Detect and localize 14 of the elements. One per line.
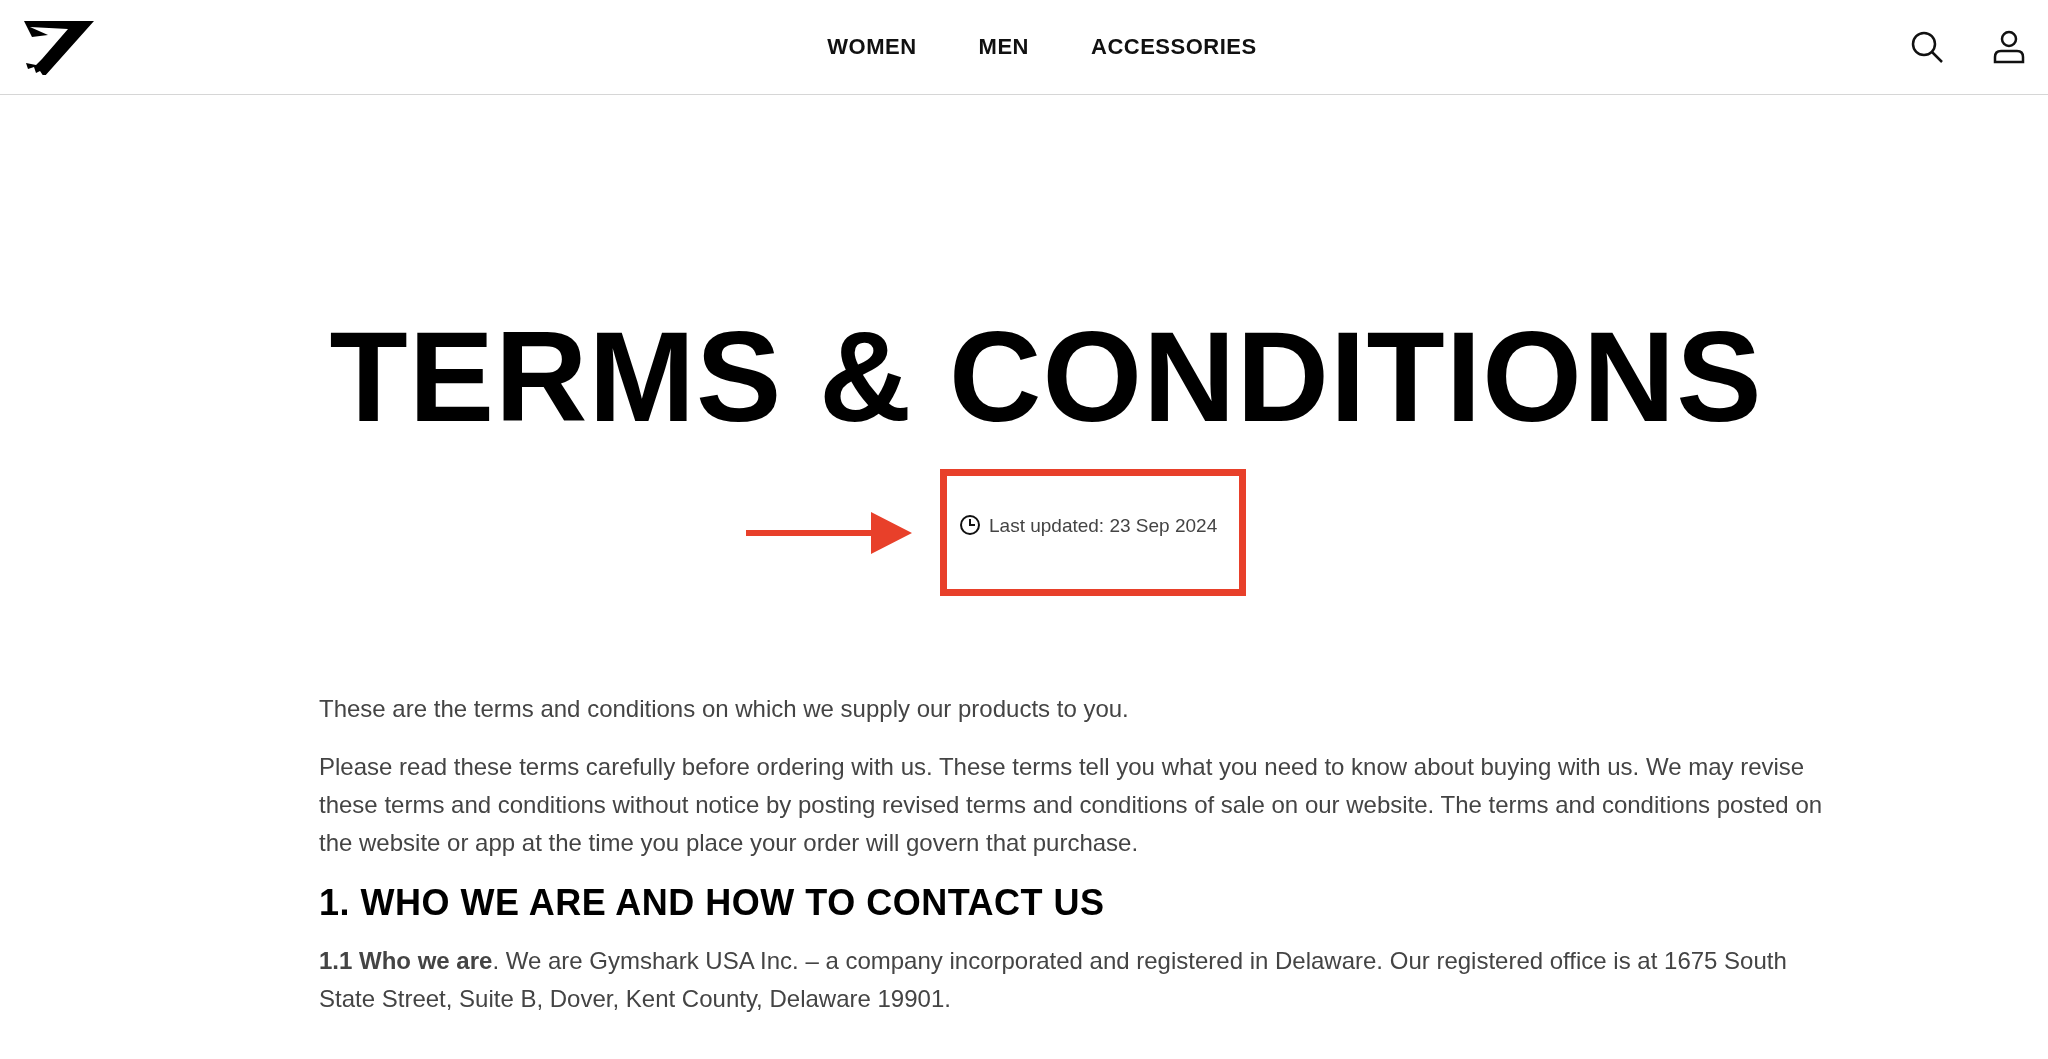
search-icon[interactable] — [1910, 30, 1944, 64]
paragraph: Please read these terms carefully before ordering with us. These terms tell you what you need to know about buying with us. We may revise these terms and conditions without notice by posting revised terms and conditions of sale on our website. The terms and conditions posted on the website or app at the time you place your order will govern that purchase. — [319, 752, 1824, 858]
paragraph: These are the terms and conditions on which we supply our products to you. — [319, 694, 1130, 724]
clock-icon — [959, 514, 981, 536]
arrow-icon — [746, 511, 912, 554]
nav-link[interactable]: ACCESSORIES — [1091, 34, 1257, 60]
logo-icon[interactable] — [22, 19, 96, 75]
nav-link[interactable]: MEN — [978, 34, 1029, 60]
paragraph: 1.1 Who we are. We are Gymshark USA Inc. – a company incorporated and registered in Delaware. Our registered office is at 1675 South State Street, Suite B, Dover, Kent County, Delaware 19901. — [319, 946, 1788, 1014]
user-icon[interactable] — [1992, 30, 2026, 64]
page-title: TERMS & CONDITIONS — [328, 313, 1764, 441]
section-heading: 1. WHO WE ARE AND HOW TO CONTACT US — [319, 882, 1106, 924]
nav-link[interactable]: WOMEN — [827, 34, 917, 60]
last-updated: Last updated: 23 Sep 2024 — [989, 514, 1218, 538]
